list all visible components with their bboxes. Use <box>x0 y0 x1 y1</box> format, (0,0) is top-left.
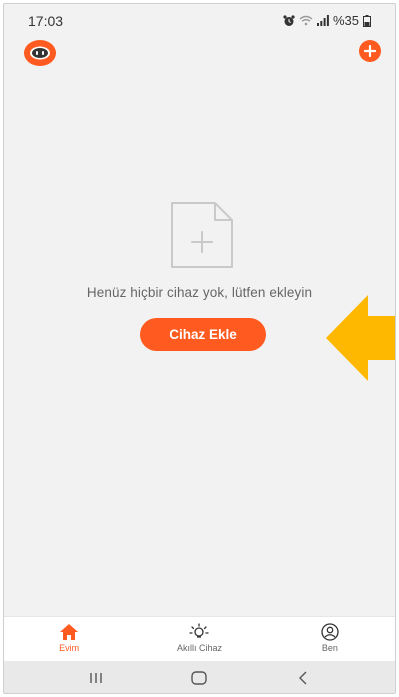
yellow-arrow-left-icon <box>326 295 395 381</box>
add-device-button[interactable]: Cihaz Ekle <box>140 318 266 351</box>
signal-icon <box>316 15 329 26</box>
bottom-tab-bar: Evim Akıllı Cihaz Ben <box>4 616 395 661</box>
phone-screen: 17:03 %35 Henüz hiçbir cihaz yok, lütfen… <box>3 3 396 694</box>
sun-bulb-icon <box>189 623 210 638</box>
battery-icon <box>363 14 371 27</box>
recents-button[interactable] <box>76 666 116 690</box>
system-nav-bar <box>4 661 395 693</box>
recents-icon <box>90 673 102 683</box>
battery-percent: %35 <box>332 13 359 28</box>
add-file-icon <box>171 202 233 268</box>
tab-label-akilli-cihaz: Akıllı Cihaz <box>176 643 222 653</box>
tab-ben[interactable]: Ben <box>265 617 395 661</box>
add-device-header-button[interactable] <box>359 40 381 62</box>
home-icon <box>60 624 79 640</box>
tab-label-ben: Ben <box>321 643 338 653</box>
robot-face-icon <box>30 46 50 60</box>
status-icons: %35 <box>283 13 371 28</box>
status-bar: 17:03 %35 <box>4 4 395 34</box>
robot-avatar-icon[interactable] <box>24 40 56 66</box>
tab-akilli-cihaz[interactable]: Akıllı Cihaz <box>134 617 264 661</box>
wifi-icon <box>299 15 313 26</box>
plus-circle-icon <box>364 45 376 57</box>
user-icon <box>321 623 339 641</box>
home-nav-button[interactable] <box>179 666 219 690</box>
home-nav-icon <box>191 671 208 685</box>
back-icon <box>299 671 307 685</box>
alarm-icon <box>283 14 295 26</box>
status-time: 17:03 <box>28 13 64 29</box>
back-button[interactable] <box>283 666 323 690</box>
tab-evim[interactable]: Evim <box>4 617 134 661</box>
tab-label-evim: Evim <box>59 643 80 653</box>
